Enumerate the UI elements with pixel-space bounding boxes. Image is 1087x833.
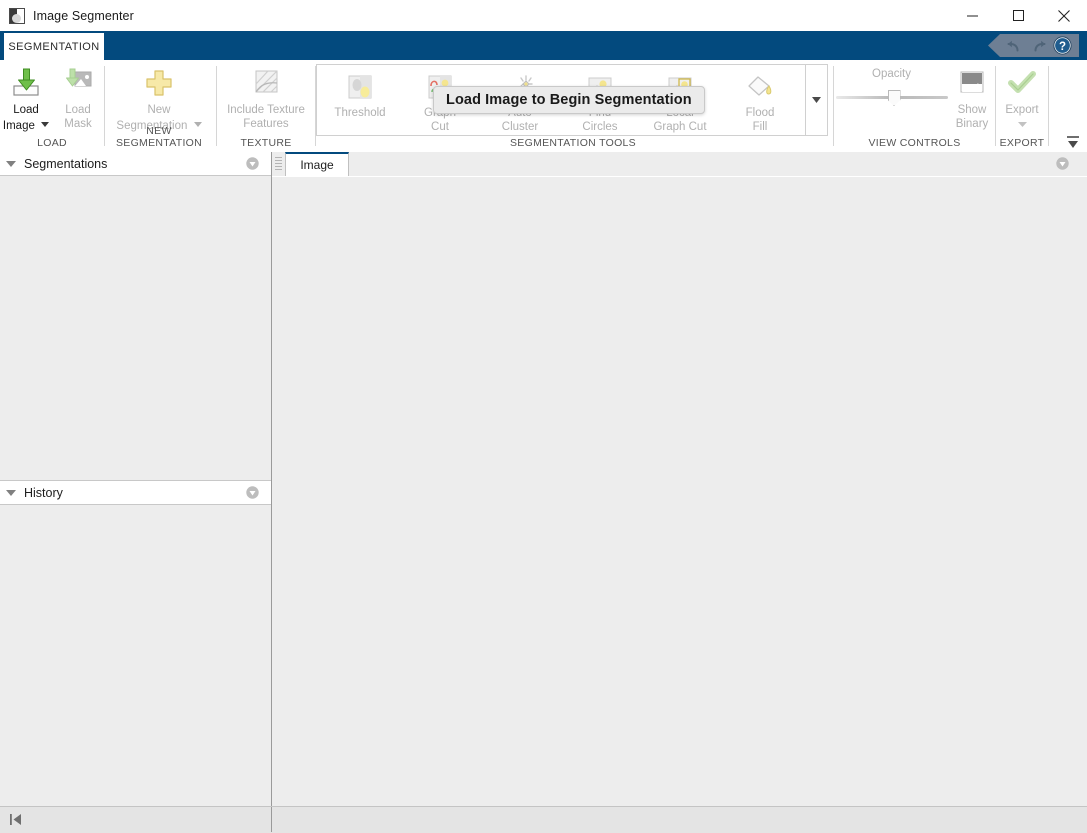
threshold-tool[interactable]: Threshold — [320, 65, 400, 120]
history-options-button[interactable] — [246, 486, 259, 499]
group-label-export: EXPORT — [996, 137, 1048, 149]
load-mask-icon — [61, 66, 95, 100]
chevron-down-icon — [812, 97, 821, 103]
segmentations-options-button[interactable] — [246, 157, 259, 170]
segmentations-section-body — [0, 176, 271, 480]
tooltip: Load Image to Begin Segmentation — [433, 86, 705, 114]
window-controls — [949, 0, 1087, 31]
load-image-line1: Load — [13, 104, 39, 116]
segmentation-tools-more-button[interactable] — [805, 65, 827, 135]
opacity-control: Opacity — [834, 60, 949, 104]
texture-line1: Include Texture — [227, 104, 305, 116]
document-tab-bar: Image — [272, 152, 1087, 177]
triangle-down-icon[interactable] — [6, 161, 16, 167]
tab-image[interactable]: Image — [285, 152, 349, 176]
collapse-ribbon-icon — [1065, 134, 1081, 150]
quick-access-toolbar: ? — [988, 34, 1079, 57]
flood-fill-label: Flood Fill — [746, 106, 775, 134]
export-label: Export — [1005, 103, 1038, 133]
undo-icon — [1006, 38, 1023, 53]
threshold-icon — [344, 72, 376, 104]
ribbon-group-view-controls: Opacity Show Binary — [834, 60, 995, 152]
opacity-label: Opacity — [872, 68, 911, 80]
panel-options-icon — [246, 157, 259, 170]
chevron-down-icon[interactable] — [41, 117, 49, 131]
include-texture-features-label: Include Texture Features — [227, 103, 305, 131]
group-label-new-segmentation: NEW SEGMENTATION — [105, 125, 213, 149]
flood-fill-tool[interactable]: Flood Fill — [720, 65, 800, 134]
document-panel: Image — [272, 152, 1087, 833]
collapse-ribbon-button[interactable] — [1065, 134, 1081, 150]
group-label-segmentation-tools: SEGMENTATION TOOLS — [316, 137, 830, 149]
load-mask-button[interactable]: Load Mask — [52, 60, 104, 131]
window-title: Image Segmenter — [33, 9, 134, 23]
close-button[interactable] — [1041, 0, 1087, 31]
panel-options-icon — [246, 486, 259, 499]
help-button[interactable]: ? — [1050, 35, 1074, 56]
maximize-button[interactable] — [995, 0, 1041, 31]
segmentations-section-header[interactable]: Segmentations — [0, 152, 271, 176]
help-icon: ? — [1053, 36, 1072, 55]
tab-drag-handle[interactable] — [275, 157, 282, 170]
triangle-down-icon[interactable] — [6, 490, 16, 496]
load-image-icon — [9, 66, 43, 100]
group-label-view-controls: VIEW CONTROLS — [834, 137, 995, 149]
title-bar: Image Segmenter — [0, 0, 1087, 31]
threshold-label: Threshold — [334, 106, 385, 120]
history-title: History — [24, 486, 63, 500]
ribbon-tab-strip: SEGMENTATION ? — [0, 31, 1087, 60]
chevron-down-icon[interactable] — [1018, 117, 1027, 131]
tab-segmentation[interactable]: SEGMENTATION — [4, 33, 104, 60]
panel-options-icon — [1056, 157, 1069, 170]
show-binary-label: Show Binary — [956, 103, 989, 131]
load-mask-line2: Mask — [64, 118, 91, 130]
ribbon-group-export: Export EXPORT — [996, 60, 1048, 152]
group-label-load: LOAD — [0, 137, 104, 149]
texture-line2: Features — [243, 118, 288, 130]
status-bar-left — [0, 807, 272, 832]
app-icon — [9, 8, 25, 24]
texture-features-icon — [249, 66, 283, 100]
opacity-slider[interactable] — [836, 90, 948, 104]
show-binary-icon — [958, 66, 986, 100]
load-image-label: Load Image — [3, 103, 49, 133]
new-segmentation-line1: New — [147, 104, 170, 116]
include-texture-features-button[interactable]: Include Texture Features — [218, 60, 314, 131]
history-section-body — [0, 505, 271, 811]
redo-icon — [1030, 38, 1047, 53]
group-separator — [1048, 66, 1049, 146]
undo-button[interactable] — [1002, 35, 1026, 56]
load-mask-line1: Load — [65, 104, 91, 116]
collapse-left-panel-icon — [9, 813, 23, 826]
image-canvas[interactable] — [272, 176, 1087, 807]
load-image-line2: Image — [3, 120, 35, 132]
status-bar — [0, 806, 1087, 833]
new-segmentation-button[interactable]: New Segmentation — [107, 60, 211, 133]
opacity-slider-thumb[interactable] — [888, 90, 901, 106]
show-binary-button[interactable]: Show Binary — [949, 60, 995, 131]
load-mask-label: Load Mask — [64, 103, 91, 131]
minimize-button[interactable] — [949, 0, 995, 31]
history-section-header[interactable]: History — [0, 480, 271, 505]
ribbon-group-texture: Include Texture Features TEXTURE — [217, 60, 315, 152]
new-segmentation-icon — [142, 66, 176, 100]
group-label-texture: TEXTURE — [217, 137, 315, 149]
load-image-button[interactable]: Load Image — [0, 60, 52, 133]
flood-fill-icon — [744, 72, 776, 104]
svg-text:?: ? — [1058, 41, 1065, 53]
ribbon-group-new-segmentation: New Segmentation NEW SEGMENTATION — [105, 60, 213, 152]
collapse-left-panel-button[interactable] — [9, 813, 23, 826]
document-options-button[interactable] — [1056, 157, 1069, 170]
work-area: Segmentations History — [0, 152, 1087, 833]
redo-button[interactable] — [1026, 35, 1050, 56]
left-panel: Segmentations History — [0, 152, 272, 833]
export-button[interactable]: Export — [997, 60, 1047, 133]
ribbon-group-load: Load Image — [0, 60, 104, 152]
export-check-icon — [1007, 66, 1037, 100]
segmentations-title: Segmentations — [24, 157, 107, 171]
